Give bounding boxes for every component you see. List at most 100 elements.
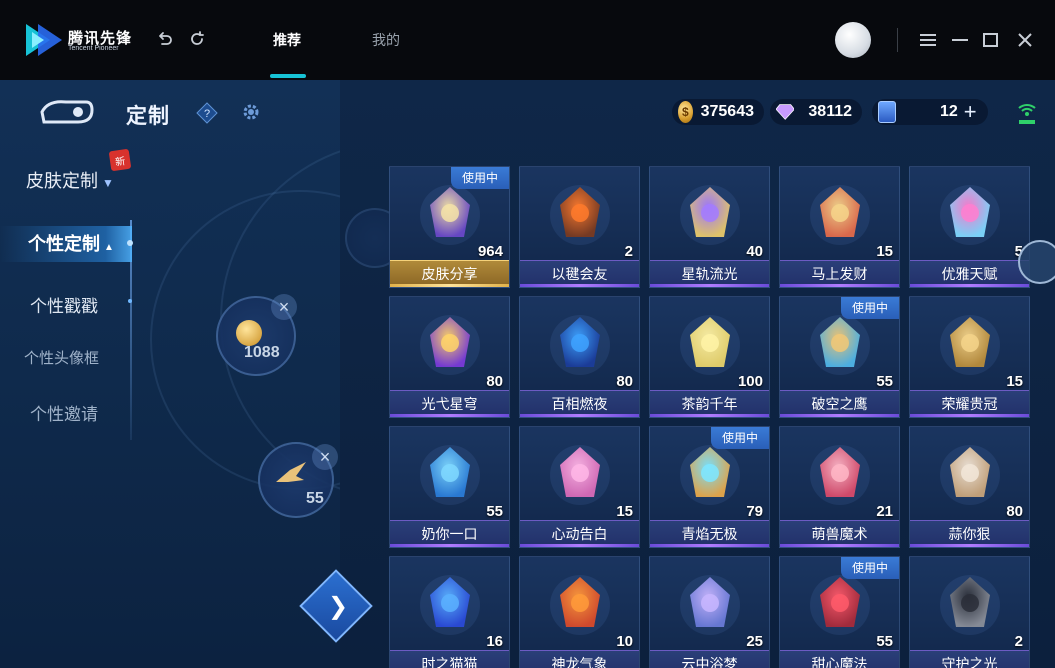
item-count: 2 bbox=[624, 243, 633, 260]
item-name: 奶你一口 bbox=[390, 520, 509, 547]
new-badge: 新 bbox=[108, 148, 132, 172]
horse-icon bbox=[810, 185, 870, 245]
divider bbox=[897, 28, 898, 52]
item-card[interactable]: 2 以毽会友 bbox=[519, 166, 640, 288]
item-name: 蒜你狠 bbox=[910, 520, 1029, 547]
item-card[interactable]: 10 神龙气象 bbox=[519, 556, 640, 668]
category-dropdown[interactable]: 皮肤定制 ▼ bbox=[26, 167, 114, 193]
item-count: 2 bbox=[1014, 633, 1023, 650]
item-name: 百相燃夜 bbox=[520, 390, 639, 417]
tab-underline bbox=[270, 74, 306, 78]
item-card[interactable]: 15 心动告白 bbox=[519, 426, 640, 548]
maximize-icon[interactable] bbox=[980, 29, 1002, 51]
item-name: 马上发财 bbox=[780, 260, 899, 287]
garlic-icon bbox=[940, 445, 1000, 505]
tab-mine[interactable]: 我的 bbox=[372, 30, 400, 50]
ticket-value: 12 bbox=[940, 103, 958, 120]
item-card[interactable]: 使用中 79 青焰无极 bbox=[649, 426, 770, 548]
item-card[interactable]: 21 萌兽魔术 bbox=[779, 426, 900, 548]
item-card[interactable]: 80 百相燃夜 bbox=[519, 296, 640, 418]
item-count: 15 bbox=[876, 243, 893, 260]
tab-recommend[interactable]: 推荐 bbox=[273, 30, 301, 50]
ticket-counter: 12 + bbox=[872, 98, 988, 126]
refresh-icon[interactable] bbox=[186, 28, 208, 50]
item-card[interactable]: 15 马上发财 bbox=[779, 166, 900, 288]
remove-icon[interactable]: × bbox=[271, 294, 297, 320]
undo-icon[interactable] bbox=[154, 28, 176, 50]
category-label: 皮肤定制 bbox=[26, 171, 98, 191]
item-card[interactable]: 2 守护之光 bbox=[909, 556, 1030, 668]
blue-mask-icon bbox=[550, 315, 610, 375]
back-button[interactable] bbox=[38, 98, 94, 126]
item-card[interactable]: 15 荣耀贵冠 bbox=[909, 296, 1030, 418]
menu-dot bbox=[128, 299, 132, 303]
item-count: 964 bbox=[477, 243, 503, 260]
item-card[interactable]: 使用中 55 甜心魔法 bbox=[779, 556, 900, 668]
sidebar-item-invite[interactable]: 个性邀请 bbox=[30, 400, 98, 425]
arrow-right-icon: ❯ bbox=[328, 593, 349, 620]
scroll-handle[interactable] bbox=[1018, 240, 1055, 284]
cat-icon bbox=[420, 575, 480, 635]
remove-icon[interactable]: × bbox=[312, 444, 338, 470]
coin-icon bbox=[236, 320, 262, 346]
sidebar-item-custom[interactable]: 个性定制 ▲ bbox=[0, 226, 132, 262]
crown-icon bbox=[420, 315, 480, 375]
item-count: 100 bbox=[737, 373, 763, 390]
item-count: 79 bbox=[746, 503, 763, 520]
rainbow-icon bbox=[940, 185, 1000, 245]
slot-count: 1088 bbox=[244, 344, 280, 361]
sidebar-item-poke[interactable]: 个性戳戳 bbox=[30, 292, 98, 317]
item-count: 55 bbox=[486, 503, 503, 520]
item-name: 云中浴梦 bbox=[650, 650, 769, 668]
sidebar-item-label: 个性定制 bbox=[28, 234, 100, 254]
gold-counter: $ 375643 bbox=[672, 98, 764, 126]
logo-subtext: Tencent Pioneer bbox=[68, 45, 119, 52]
item-card[interactable]: 55 奶你一口 bbox=[389, 426, 510, 548]
signal-icon bbox=[1018, 104, 1036, 124]
item-name: 甜心魔法 bbox=[780, 650, 899, 668]
game-view: 定制 ? 皮肤定制 ▼ 新 个性定制 ▲ 个性戳戳 个性头像框 个性邀请 1088 … bbox=[0, 80, 1055, 668]
minimize-icon[interactable] bbox=[949, 29, 971, 51]
item-card[interactable]: 5 优雅天赋 bbox=[909, 166, 1030, 288]
item-name: 青焰无极 bbox=[650, 520, 769, 547]
menu-icon[interactable] bbox=[917, 29, 939, 51]
item-card[interactable]: 25 云中浴梦 bbox=[649, 556, 770, 668]
close-icon[interactable] bbox=[1014, 29, 1036, 51]
shuttlecock-icon bbox=[550, 185, 610, 245]
item-card[interactable]: 使用中 964 皮肤分享 bbox=[389, 166, 510, 288]
item-card[interactable]: 80 光弋星穹 bbox=[389, 296, 510, 418]
item-card[interactable]: 40 星轨流光 bbox=[649, 166, 770, 288]
help-icon[interactable]: ? bbox=[196, 102, 218, 124]
add-icon[interactable]: + bbox=[964, 101, 977, 123]
menu-dot bbox=[127, 240, 133, 246]
bunny-icon bbox=[810, 445, 870, 505]
item-name: 光弋星穹 bbox=[390, 390, 509, 417]
heart-icon bbox=[810, 575, 870, 635]
item-count: 25 bbox=[746, 633, 763, 650]
in-use-badge: 使用中 bbox=[841, 297, 899, 319]
avatar[interactable] bbox=[835, 22, 871, 58]
gold-crown-icon bbox=[940, 315, 1000, 375]
in-use-badge: 使用中 bbox=[841, 557, 899, 579]
dragon-icon bbox=[550, 575, 610, 635]
item-name: 星轨流光 bbox=[650, 260, 769, 287]
title-bar: 腾讯先锋 Tencent Pioneer 推荐 我的 bbox=[0, 0, 1055, 80]
item-card[interactable]: 16 时之猫猫 bbox=[389, 556, 510, 668]
item-count: 80 bbox=[1006, 503, 1023, 520]
item-name: 萌兽魔术 bbox=[780, 520, 899, 547]
flower-icon bbox=[680, 315, 740, 375]
item-card[interactable]: 使用中 55 破空之鹰 bbox=[779, 296, 900, 418]
eagle-icon bbox=[810, 315, 870, 375]
item-name: 守护之光 bbox=[910, 650, 1029, 668]
item-name: 皮肤分享 bbox=[390, 260, 509, 287]
item-card[interactable]: 80 蒜你狠 bbox=[909, 426, 1030, 548]
feather-icon bbox=[680, 445, 740, 505]
item-name: 荣耀贵冠 bbox=[910, 390, 1029, 417]
crystal-icon bbox=[420, 445, 480, 505]
item-count: 55 bbox=[876, 373, 893, 390]
settings-icon[interactable] bbox=[241, 102, 261, 122]
sidebar-item-avatar-frame[interactable]: 个性头像框 bbox=[24, 347, 99, 368]
item-card[interactable]: 100 茶韵千年 bbox=[649, 296, 770, 418]
item-count: 21 bbox=[876, 503, 893, 520]
item-count: 15 bbox=[616, 503, 633, 520]
